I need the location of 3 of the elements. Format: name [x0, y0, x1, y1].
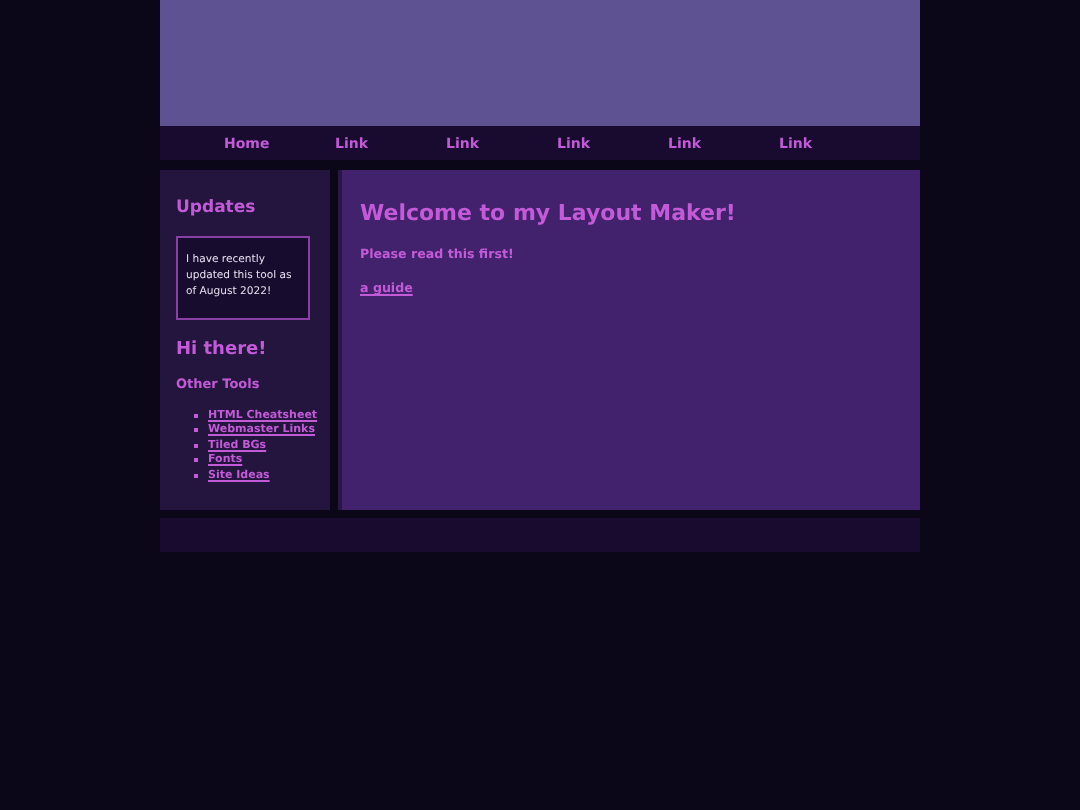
sidebar-heading: Updates [176, 198, 258, 218]
page-title: Welcome to my Layout Maker! [360, 200, 738, 226]
greeting-heading: Hi there! [176, 339, 269, 360]
